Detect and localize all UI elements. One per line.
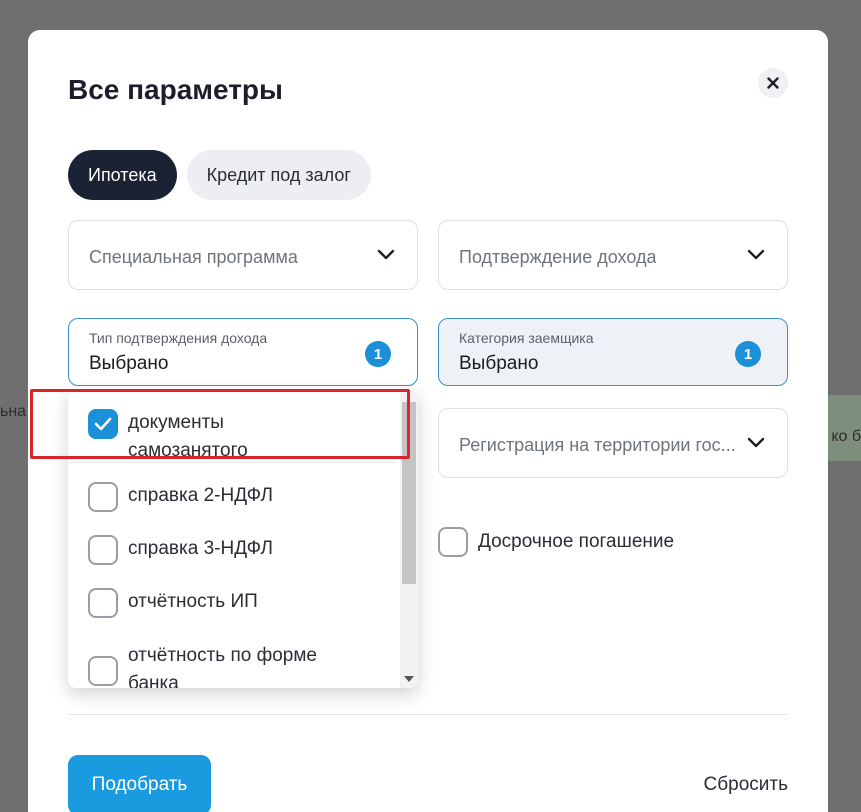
registration-select[interactable]: Регистрация на территории гос... (438, 408, 788, 478)
checkbox-checked[interactable] (88, 409, 118, 439)
chevron-down-icon (747, 437, 765, 448)
borrower-category-value: Выбрано (459, 353, 539, 374)
list-item-label: справка 2-НДФЛ (128, 485, 273, 506)
list-item[interactable]: отчётность ИП (88, 588, 348, 618)
close-icon (767, 77, 779, 89)
loan-type-tabs: Ипотека Кредит под залог (68, 150, 371, 200)
income-confirmation-type-select[interactable]: Тип подтверждения дохода Выбрано 1 (68, 318, 418, 386)
footer-divider (68, 714, 788, 715)
checkbox[interactable] (88, 535, 118, 565)
early-repayment-checkbox-box[interactable] (438, 527, 468, 557)
submit-button[interactable]: Подобрать (68, 755, 211, 812)
selected-count-badge: 1 (735, 341, 761, 367)
chevron-down-icon (377, 249, 395, 260)
background-text-left: ьна (0, 403, 27, 420)
special-program-select[interactable]: Специальная программа (68, 220, 418, 290)
early-repayment-label: Досрочное погашение (478, 531, 675, 552)
divider (68, 462, 398, 463)
scrollbar-thumb[interactable] (402, 402, 416, 584)
list-item-label: справка 3-НДФЛ (128, 538, 273, 559)
tab-mortgage[interactable]: Ипотека (68, 150, 177, 200)
income-confirmation-type-value: Выбрано (89, 353, 169, 374)
list-item-label: отчётность ИП (128, 591, 258, 612)
early-repayment-checkbox[interactable]: Досрочное погашение (438, 527, 674, 557)
borrower-category-label: Категория заемщика (459, 330, 594, 346)
checkmark-icon (94, 417, 112, 431)
checkbox[interactable] (88, 482, 118, 512)
income-type-dropdown: документы самозанятого справка 2-НДФЛ сп… (68, 390, 418, 688)
dropdown-scrollbar[interactable] (400, 390, 418, 688)
scroll-down-arrow-icon[interactable] (404, 676, 414, 682)
list-item-label: отчётность по форме банка (128, 645, 317, 688)
background-text-right: ко б (831, 428, 861, 445)
borrower-category-select[interactable]: Категория заемщика Выбрано 1 (438, 318, 788, 386)
chevron-down-icon (747, 249, 765, 260)
list-item-label: документы самозанятого (128, 412, 248, 461)
income-confirmation-select[interactable]: Подтверждение дохода (438, 220, 788, 290)
list-item[interactable]: отчётность по форме банка (88, 642, 348, 688)
reset-button[interactable]: Сбросить (704, 774, 788, 796)
income-confirmation-type-label: Тип подтверждения дохода (89, 330, 268, 346)
income-confirmation-placeholder: Подтверждение дохода (459, 247, 657, 267)
list-item[interactable]: документы самозанятого (88, 409, 348, 465)
registration-placeholder: Регистрация на территории гос... (459, 435, 736, 455)
checkbox[interactable] (88, 656, 118, 686)
tab-secured-loan[interactable]: Кредит под залог (186, 150, 371, 200)
list-item[interactable]: справка 2-НДФЛ (88, 482, 348, 512)
special-program-placeholder: Специальная программа (89, 247, 298, 267)
checkbox[interactable] (88, 588, 118, 618)
list-item[interactable]: справка 3-НДФЛ (88, 535, 348, 565)
all-parameters-modal: Все параметры Ипотека Кредит под залог С… (28, 30, 828, 812)
selected-count-badge: 1 (365, 341, 391, 367)
close-button[interactable] (758, 68, 788, 98)
modal-title: Все параметры (68, 74, 283, 105)
